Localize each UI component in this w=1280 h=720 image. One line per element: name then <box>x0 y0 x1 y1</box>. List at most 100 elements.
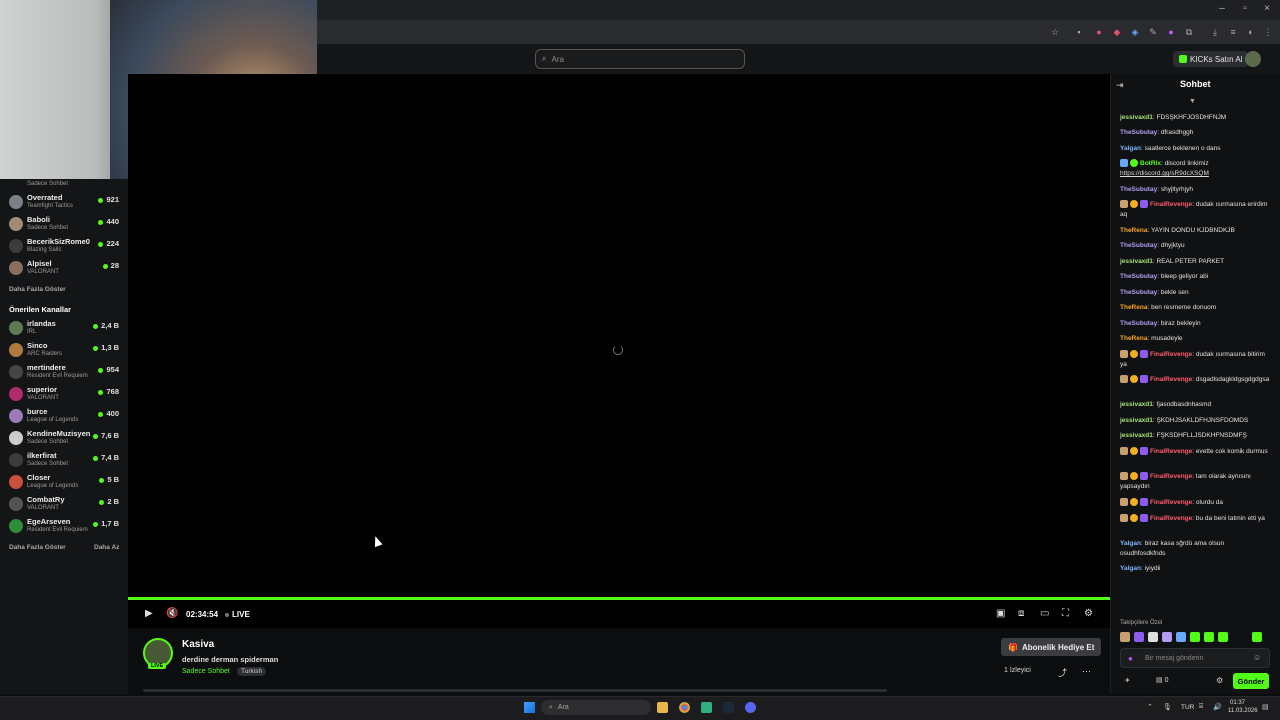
show-more-link[interactable]: Daha Fazla Göster <box>9 286 66 293</box>
channel-points-icon[interactable]: ✦ <box>1124 676 1131 685</box>
stream-category-link[interactable]: Sadece Sohbet <box>182 668 230 675</box>
sidebar-item-overrated[interactable]: Overrated Teamfight Tactics 921 <box>0 192 128 214</box>
chat-link[interactable]: https://discord.gg/sR9dcXSQM <box>1120 170 1209 177</box>
clock-time[interactable]: 01:37 <box>1230 700 1245 706</box>
keyboard-language[interactable]: TUR <box>1181 704 1194 711</box>
chat-username[interactable]: FinalRevenge <box>1150 499 1192 506</box>
sidebar-item-irlandas[interactable]: irlandas IRL 2,4 B <box>0 318 128 340</box>
avatar[interactable] <box>1245 51 1261 67</box>
bookmark-star-icon[interactable]: ☆ <box>1049 26 1061 38</box>
gift-subscription-button[interactable]: 🎁 Abonelik Hediye Et <box>1001 638 1102 656</box>
chat-username[interactable]: jessivaxd1 <box>1120 401 1153 408</box>
maximize-icon[interactable]: ▫ <box>1238 3 1252 14</box>
emote-icon[interactable] <box>1148 632 1158 642</box>
extension-icon[interactable]: ◆ <box>1111 26 1123 38</box>
pinned-message-icon[interactable]: ▼ <box>1189 98 1196 105</box>
chat-username[interactable]: TheRena <box>1120 227 1147 234</box>
chat-username[interactable]: jessivaxd1 <box>1120 417 1153 424</box>
emoji-icon[interactable]: ☺ <box>1253 653 1261 662</box>
chat-username[interactable]: FinalRevenge <box>1150 376 1192 383</box>
chat-username[interactable]: Yalgan <box>1120 540 1141 547</box>
fullscreen-icon[interactable]: ⛶ <box>1062 608 1069 619</box>
pip-icon[interactable]: ▣ <box>996 608 1005 619</box>
gift-count[interactable]: ▤ 0 <box>1156 676 1168 684</box>
more-options-icon[interactable]: ⋯ <box>1082 666 1091 677</box>
volume-icon[interactable]: 🔊 <box>1213 703 1222 711</box>
chat-username[interactable]: TheRena <box>1120 335 1147 342</box>
extensions-puzzle-icon[interactable]: ⧉ <box>1183 26 1195 38</box>
play-icon[interactable]: ▶ <box>145 608 153 619</box>
file-explorer-icon[interactable] <box>657 702 668 713</box>
tray-chevron-icon[interactable]: ⌃ <box>1147 703 1153 711</box>
chat-username[interactable]: TheSubutay <box>1120 273 1157 280</box>
download-icon[interactable]: ⤓ <box>1209 26 1221 38</box>
show-less-link[interactable]: Daha Az <box>94 544 119 551</box>
emote-icon[interactable] <box>1120 632 1130 642</box>
chat-username[interactable]: Yalgan <box>1120 565 1141 572</box>
emote-icon[interactable] <box>1176 632 1186 642</box>
emote-icon[interactable] <box>1204 632 1214 642</box>
close-icon[interactable]: × <box>1260 3 1274 14</box>
sidebar-item-closer[interactable]: Closer League of Legends 5 B <box>0 472 128 494</box>
chat-username[interactable]: TheSubutay <box>1120 186 1157 193</box>
collapse-chat-icon[interactable]: ⇥ <box>1116 80 1124 91</box>
language-tag[interactable]: Turkish <box>237 667 267 676</box>
emote-icon[interactable] <box>1162 632 1172 642</box>
horizontal-scrollbar[interactable] <box>143 689 887 692</box>
search-input[interactable]: ⌕ Ara <box>535 49 745 69</box>
emote-icon[interactable] <box>1190 632 1200 642</box>
extension-icon[interactable]: ▪ <box>1073 26 1085 38</box>
browser-menu-icon[interactable]: ⋮ <box>1262 26 1274 38</box>
extension-icon[interactable]: ● <box>1093 26 1105 38</box>
sidebar-item-ilkerfirat[interactable]: ilkerfirat Sadece Sohbet 7,4 B <box>0 450 128 472</box>
chat-username[interactable]: jessivaxd1 <box>1120 114 1153 121</box>
chat-username[interactable]: jessivaxd1 <box>1120 258 1153 265</box>
profile-icon[interactable]: ◐ <box>1245 26 1257 38</box>
sidebar-item-burce[interactable]: burce League of Legends 400 <box>0 406 128 428</box>
chat-username[interactable]: FinalRevenge <box>1150 515 1192 522</box>
sidebar-item-combatry[interactable]: CombatRy VALORANT 2 B <box>0 494 128 516</box>
settings-gear-icon[interactable]: ⚙ <box>1084 608 1093 619</box>
microphone-icon[interactable]: 🎙 <box>1163 703 1172 711</box>
extension-icon[interactable]: ◈ <box>1129 26 1141 38</box>
chat-identity-icon[interactable]: ● <box>1128 654 1133 663</box>
chat-username[interactable]: FinalRevenge <box>1150 473 1192 480</box>
chat-username[interactable]: FinalRevenge <box>1150 201 1192 208</box>
chat-username[interactable]: TheSubutay <box>1120 242 1157 249</box>
discord-icon[interactable] <box>745 702 756 713</box>
send-button[interactable]: Gönder <box>1233 673 1269 689</box>
chat-username[interactable]: FinalRevenge <box>1150 351 1192 358</box>
windows-start-icon[interactable] <box>524 702 535 713</box>
share-icon[interactable]: ⤴ <box>1058 666 1067 679</box>
chat-settings-icon[interactable]: ⚙ <box>1216 676 1223 685</box>
chrome-icon[interactable] <box>679 702 690 713</box>
app-icon[interactable] <box>701 702 712 713</box>
network-icon[interactable]: ⌸ <box>1199 703 1203 711</box>
sidebar-item-superior[interactable]: superior VALORANT 768 <box>0 384 128 406</box>
clock-date[interactable]: 11.03.2026 <box>1228 708 1258 714</box>
reading-list-icon[interactable]: ≡ <box>1227 26 1239 38</box>
chat-username[interactable]: BotRix <box>1140 160 1161 167</box>
steam-icon[interactable] <box>723 702 734 713</box>
extension-icon[interactable]: ✎ <box>1147 26 1159 38</box>
theater-mode-icon[interactable]: ▭ <box>1040 608 1049 619</box>
clip-icon[interactable]: ⧈ <box>1018 608 1024 619</box>
emote-icon[interactable] <box>1252 632 1262 642</box>
sidebar-item-kendinemuzisyen[interactable]: KendineMuzisyen Sadece Sohbet 7,6 B <box>0 428 128 450</box>
chat-username[interactable]: jessivaxd1 <box>1120 432 1153 439</box>
minimize-icon[interactable]: – <box>1215 3 1229 14</box>
chat-username[interactable]: FinalRevenge <box>1150 448 1192 455</box>
sidebar-item-becerik[interactable]: BecerikSizRome0 Blazing Sails 224 <box>0 236 128 258</box>
chat-username[interactable]: TheSubutay <box>1120 320 1157 327</box>
chat-username[interactable]: TheRena <box>1120 304 1147 311</box>
show-more-link[interactable]: Daha Fazla Göster <box>9 544 66 551</box>
chat-username[interactable]: TheSubutay <box>1120 289 1157 296</box>
mute-icon[interactable]: 🔇 <box>166 608 178 619</box>
notifications-icon[interactable]: ▤ <box>1262 703 1269 711</box>
video-player[interactable] <box>128 74 1110 597</box>
sidebar-item-mertindere[interactable]: mertindere Resident Evil Requiem 954 <box>0 362 128 384</box>
extension-icon[interactable]: ● <box>1165 26 1177 38</box>
taskbar-search[interactable]: ⌕ Ara <box>541 700 651 715</box>
emote-icon[interactable] <box>1218 632 1228 642</box>
buy-kicks-button[interactable]: KICKs Satın Al <box>1173 51 1249 67</box>
